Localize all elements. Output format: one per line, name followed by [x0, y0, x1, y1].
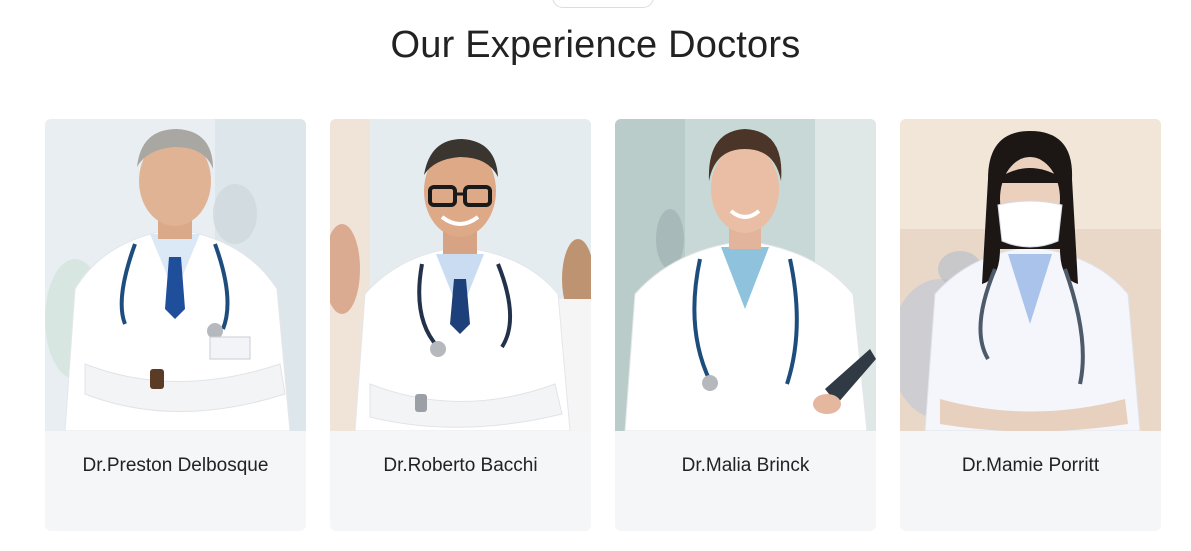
doctor-name: Dr.Roberto Bacchi: [383, 455, 538, 476]
doctor-card[interactable]: Dr.Roberto Bacchi: [330, 119, 591, 531]
doctor-photo[interactable]: [330, 119, 591, 431]
doctor-card[interactable]: Dr.Preston Delbosque: [45, 119, 306, 531]
doctor-card[interactable]: Dr.Mamie Porritt: [900, 119, 1161, 531]
doctor-name: Dr.Mamie Porritt: [961, 455, 1100, 476]
doctor-cards: Dr.Preston Delbosque Dr.Roberto Bacchi D…: [45, 119, 1161, 531]
doctor-photo[interactable]: [45, 119, 306, 431]
doctors-section: Our Experience Doctors Dr.Preston Delbos…: [0, 0, 1191, 551]
doctor-photo[interactable]: [615, 119, 876, 431]
doctor-card[interactable]: Dr.Malia Brinck: [615, 119, 876, 531]
section-title: Our Experience Doctors: [390, 24, 801, 66]
doctor-photo[interactable]: [900, 119, 1161, 431]
doctor-name: Dr.Malia Brinck: [681, 455, 810, 476]
top-tab-outline: [552, 0, 654, 8]
doctor-name: Dr.Preston Delbosque: [82, 455, 269, 476]
